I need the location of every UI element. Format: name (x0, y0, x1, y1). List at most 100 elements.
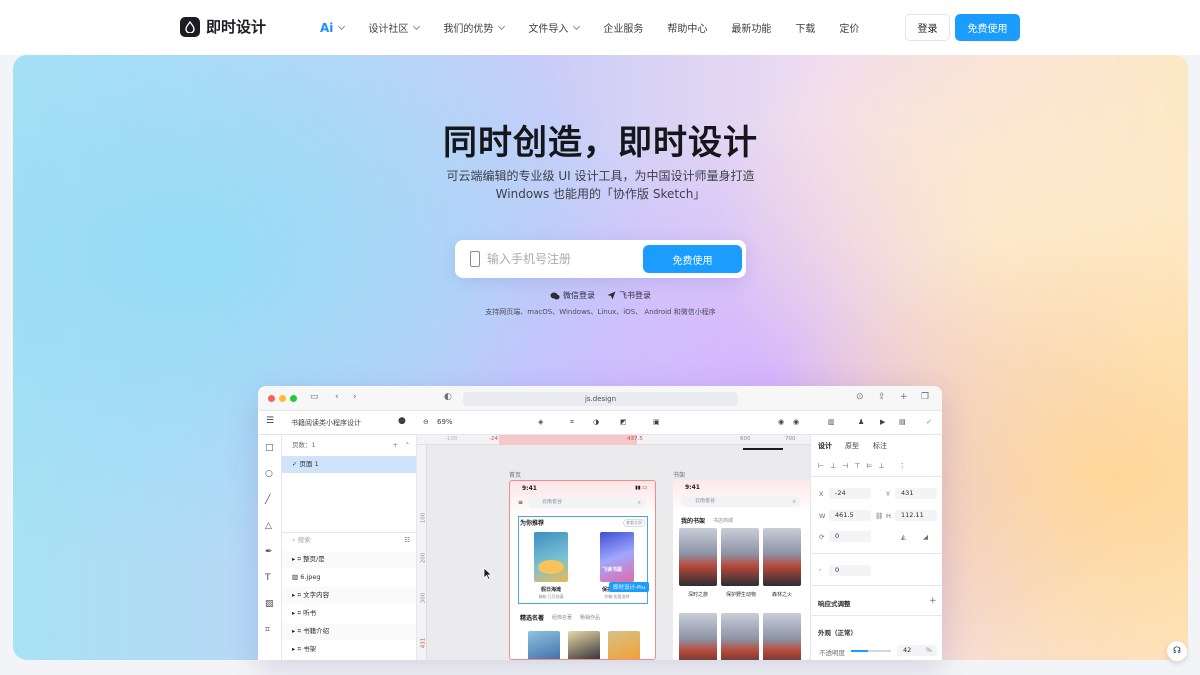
section-featured: 精选名著 (520, 615, 545, 622)
w-value: 461.5 (835, 511, 854, 519)
frame-layer-icon: ▸ ⌗ (292, 645, 304, 653)
nav-item-label: 定价 (839, 24, 860, 35)
w-label: W (819, 512, 826, 520)
file-name: 书籍阅读类小程序设计 (291, 419, 361, 427)
phone2-search: 云南雀谷 ⌕ (681, 496, 801, 507)
line-tool-icon[interactable]: ╱ (265, 495, 270, 505)
opacity-slider[interactable] (851, 650, 891, 652)
featured-cover-1 (528, 631, 560, 659)
login-button[interactable]: 登录 (905, 14, 950, 41)
x-label: X (819, 490, 824, 498)
layer-item-label: 书籍介绍 (303, 627, 330, 635)
flip-v-icon[interactable]: ◢ (923, 533, 928, 541)
align-tools[interactable]: ⊢⊥⊣⊤⊨⊥ ⋮ (818, 462, 912, 470)
free-use-button[interactable]: 免费使用 (955, 14, 1020, 41)
nav-item-7[interactable]: 下载 (795, 20, 815, 35)
image-tool-icon[interactable]: ▨ (265, 599, 274, 609)
shelf-cover (721, 528, 759, 586)
radius-field[interactable]: 0 (829, 565, 871, 576)
phone-search-text: 云南雀谷 (542, 499, 563, 505)
nav-item-2[interactable]: 我们的优势 (443, 20, 506, 35)
rect-tool-icon[interactable]: □ (265, 443, 274, 453)
frame-tool-icon[interactable]: ⌗ (265, 625, 270, 635)
wechat-login-link[interactable]: 微信登录 (550, 290, 595, 301)
collapse-icon[interactable]: ⌃ (405, 437, 410, 454)
brand-logo[interactable]: 即时设计 (180, 16, 266, 37)
shelf-cover (679, 613, 717, 660)
frame-shelf[interactable]: 9:41 云南雀谷 ⌕ 我的书架 书店商城 深时之旅 保护野生动物 森林之火 (673, 480, 810, 660)
phone-input[interactable]: 输入手机号注册 (487, 250, 571, 267)
layer-item[interactable]: ▸ ⌗ 文字内容 (282, 587, 416, 604)
w-field[interactable]: 461.5 (829, 510, 871, 521)
properties-panel: 设计 原型 标注 ⊢⊥⊣⊤⊨⊥ ⋮ X -24 Y 431 W 461.5 ⛓ … (810, 435, 942, 660)
support-headset-button[interactable]: ☊ (1167, 641, 1187, 661)
layer-item[interactable]: ▸ ⌗ 书籍介绍 (282, 623, 416, 640)
corner-radius-icon: ◜ (819, 567, 822, 575)
add-page-icon[interactable]: + (393, 437, 398, 454)
nav-item-label: 下载 (795, 24, 816, 35)
vruler-300: 300 (420, 592, 427, 604)
frame-home[interactable]: 9:41 ▮▮ ▭ ≡ 云南雀谷 ⌕ 为你推荐 查看全部 飞读书屋 假日海滩 佛勒… (509, 480, 656, 660)
opacity-label: 不透明度 (819, 649, 845, 657)
nav-item-3[interactable]: 文件导入 (528, 20, 581, 35)
feishu-login-link[interactable]: 飞书登录 (607, 290, 651, 301)
layer-search[interactable]: ⌕ 搜索 ☷ (282, 532, 416, 549)
lock-ratio-icon[interactable]: ⛓ (875, 512, 883, 520)
y-field[interactable]: 431 (895, 488, 937, 499)
featured-tab-2: 畅销作品 (580, 615, 601, 621)
nav-item-4[interactable]: 企业服务 (603, 20, 643, 35)
opacity-field[interactable]: 42% (897, 645, 937, 656)
send-icon (607, 291, 616, 300)
layer-item[interactable]: ▸ ⌗ 听书 (282, 605, 416, 622)
vruler-431: 431 (420, 637, 427, 649)
tab-prototype[interactable]: 原型 (845, 441, 859, 451)
layer-item[interactable]: ▸ ⌗ 整页/是 (282, 551, 416, 568)
layer-item[interactable]: ▨ 6.jpeg (282, 569, 416, 586)
zoom-out-icon: ⊖ (423, 418, 429, 426)
rotation-field[interactable]: 0 (829, 531, 871, 542)
add-responsive-icon[interactable]: + (929, 596, 937, 606)
page-item[interactable]: ✓ 页面 1 (282, 456, 416, 473)
nav-item-1[interactable]: 设计社区 (368, 20, 421, 35)
featured-tab-1: 经典名著 (552, 615, 573, 621)
mask-icon: ◩ (620, 418, 627, 426)
triangle-tool-icon[interactable]: △ (265, 521, 272, 531)
nav-item-6[interactable]: 最新功能 (731, 20, 771, 35)
gift-icon: ▥ (828, 418, 835, 426)
pages-header: 页数：1 + ⌃ (282, 437, 416, 454)
forward-icon: › (353, 392, 357, 402)
tab-design[interactable]: 设计 (818, 441, 832, 451)
flip-h-icon[interactable]: ◭ (901, 533, 906, 541)
tabs-icon: ❐ (921, 392, 930, 402)
tab-annotate[interactable]: 标注 (873, 441, 887, 451)
nav-item-0[interactable]: Ai (320, 21, 346, 35)
nav-item-label: 企业服务 (603, 24, 644, 35)
y-label: Y (886, 490, 890, 498)
shelf-book-2: 保护野生动物 (725, 592, 756, 598)
appearance-label[interactable]: 外观（正常） (818, 627, 857, 637)
shield-icon: ◐ (444, 392, 452, 402)
layer-item[interactable]: ▸ ⌗ 书架 (282, 641, 416, 658)
nav-item-5[interactable]: 帮助中心 (667, 20, 707, 35)
ellipse-tool-icon[interactable]: ○ (265, 469, 273, 479)
x-field[interactable]: -24 (829, 488, 871, 499)
image-layer-icon: ▨ (292, 573, 301, 581)
pen-tool-icon[interactable]: ✒ (265, 547, 273, 557)
avatar-1: ◉ (778, 418, 785, 426)
design-canvas[interactable]: -100 -24 437.5 600 700 100 200 300 431 首… (417, 435, 810, 660)
filter-icon[interactable]: ☷ (404, 532, 410, 549)
h-value: 112.11 (901, 511, 924, 519)
url-bar: js.design (463, 392, 738, 406)
opacity-value: 42 (903, 646, 912, 654)
ruler-tick-b: -24 (489, 436, 498, 442)
h-field[interactable]: 112.11 (895, 510, 937, 521)
text-tool-icon[interactable]: T (265, 573, 271, 583)
share-icon: ⇪ (878, 392, 886, 402)
signup-button[interactable]: 免费使用 (643, 245, 742, 273)
featured-cover-2 (568, 631, 600, 659)
maximize-dot-icon (290, 395, 297, 402)
h-label: H (886, 512, 891, 520)
pages-header-label: 页数：1 (292, 441, 316, 449)
opacity-unit: % (925, 646, 932, 654)
nav-item-8[interactable]: 定价 (839, 20, 859, 35)
